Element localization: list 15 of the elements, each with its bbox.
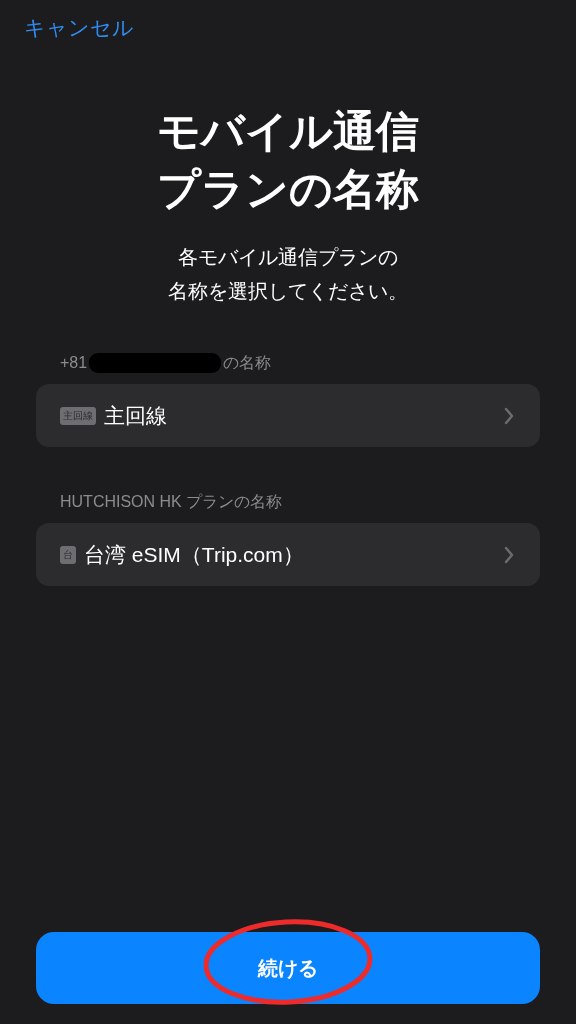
- subtitle-text: 名称を選択してください。: [167, 279, 409, 304]
- chevron-icon: [504, 545, 514, 564]
- plan-name: 台湾 eSIM（Trip.com）: [84, 541, 305, 568]
- page-title: モバイル通信: [156, 106, 420, 157]
- section-label: の名称: [223, 352, 272, 373]
- chevron-icon: [504, 406, 514, 425]
- continue-button[interactable]: 続ける: [36, 932, 540, 1004]
- plan-name: 主回線: [104, 402, 168, 429]
- plan-badge: 台: [60, 545, 76, 564]
- subtitle-text: 各モバイル通信プランの: [177, 245, 399, 270]
- page-title: プランの名称: [156, 164, 420, 215]
- cancel-link[interactable]: キャンセル: [24, 16, 134, 39]
- plan-row[interactable]: 台 台湾 eSIM（Trip.com）: [36, 523, 540, 586]
- section-label: HUTCHISON HK プランの名称: [60, 491, 283, 512]
- section-label: +81: [60, 354, 88, 372]
